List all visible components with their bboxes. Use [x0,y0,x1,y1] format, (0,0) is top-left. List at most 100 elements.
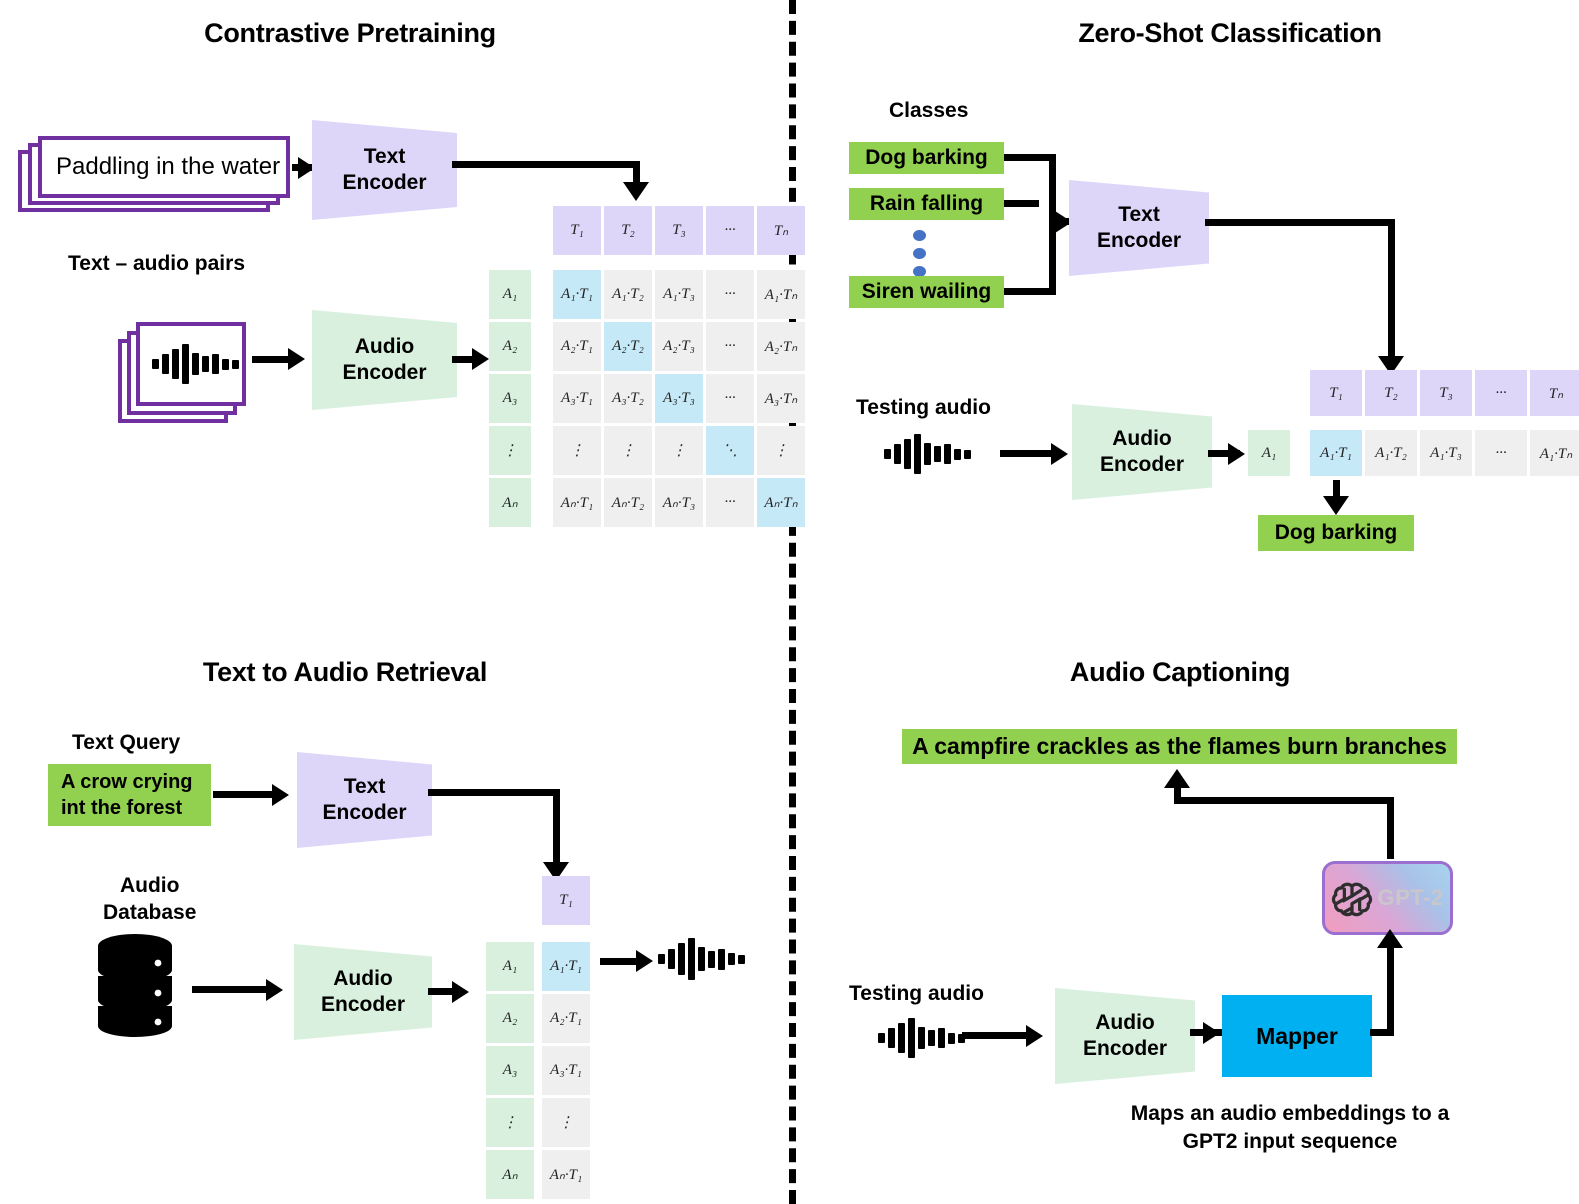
zs-cell: ··· [1475,430,1527,476]
zs-cell: A₁·T₃ [1420,430,1472,476]
db-to-encoder-line [192,986,272,993]
audio-waveform-icon-captioning [878,1018,965,1058]
text-query-label: Text Query [72,731,181,754]
pairs-label: Text – audio pairs [68,252,245,275]
zs-text-encoder-down-line [1388,219,1395,361]
audio-encoder-zeroshot: Audio Encoder [1072,404,1212,500]
zs-row-header: A₁ [1248,430,1290,476]
zs-col-header: T₁ [1310,370,1362,416]
text-encoder-retrieval: Text Encoder [297,752,432,848]
matrix-cell: ··· [706,270,754,319]
matrix-row-header: A₁ [489,270,531,319]
database-cylinder-icon [98,934,172,1037]
matrix-cell-diagonal: ⋱ [706,426,754,475]
mapper-note-line2: GPT2 input sequence [1182,1130,1398,1154]
audio-encoder-contrastive: Audio Encoder [312,310,457,410]
audio-encoder-rt-line2: Encoder [320,993,406,1016]
zs-col-header: ··· [1475,370,1527,416]
panel-title-contrastive: Contrastive Pretraining [204,18,496,48]
matrix-col-header: ··· [706,206,754,255]
matrix-col-header: T₃ [655,206,703,255]
audio-encoder-line2: Encoder [342,361,427,384]
audio-waveform-icon-result [658,938,745,980]
text-encoder-zs-line2: Encoder [1096,229,1182,252]
matrix-cell: A₁·T₃ [655,270,703,319]
testing-audio-label-zeroshot: Testing audio [856,396,991,419]
zs-cell: A₁·Tₙ [1530,430,1579,476]
text-sample-card: Paddling in the water [38,136,290,198]
matrix-cell: ··· [706,322,754,371]
matrix-cell: ··· [706,374,754,423]
zs-col-header: T₂ [1365,370,1417,416]
mapper-up-line [1387,948,1394,1032]
rt-result-head [636,950,653,972]
cap-audio-to-encoder-line [962,1032,1034,1039]
text-query-line1: A crow crying [61,771,193,793]
arrow-audio-to-encoder-head [288,348,305,370]
text-query-chip[interactable]: A crow crying int the forest [48,764,211,826]
matrix-cell: ⋮ [757,426,805,475]
zeroshot-similarity-vector: T₁ T₂ T₃ ··· Tₙ A₁ A₁·T₁ A₁·T₂ A₁·T₃ ··· A₁·Tₙ [1248,370,1579,480]
text-encoder-rt-line2: Encoder [322,801,407,824]
zs-cell: A₁·T₂ [1365,430,1417,476]
matrix-cell-diagonal: Aₙ·Tₙ [757,478,805,527]
class-chip-0[interactable]: Dog barking [849,142,1004,174]
class-chip-1[interactable]: Rain falling [849,188,1004,220]
audio-encoder-zs-line1: Audio [1112,426,1172,450]
matrix-col-header: T₁ [553,206,601,255]
rt-cell-best: A₁·T₁ [542,942,590,991]
audio-waveform-icon-zeroshot [884,434,971,474]
zs-text-encoder-out-line [1205,219,1395,226]
zs-col-header: T₃ [1420,370,1472,416]
zs-audio-to-encoder-line [1000,450,1058,457]
text-encoder-zs-line1: Text [1118,202,1160,226]
text-encoder-zeroshot: Text Encoder [1069,180,1209,276]
text-encoder-arrow-head [623,182,649,201]
matrix-row-header: Aₙ [489,478,531,527]
audio-encoder-line1: Audio [354,334,415,358]
rt-cell: ⋮ [542,1098,590,1147]
panel-title-captioning: Audio Captioning [1069,657,1291,687]
panel-title-retrieval: Text to Audio Retrieval [202,657,488,687]
audio-database-label: Audio Database [103,872,196,927]
audio-db-line2: Database [103,901,197,925]
class-chip-2[interactable]: Siren wailing [849,276,1004,308]
matrix-col-header: T₂ [604,206,652,255]
cap-audio-to-encoder-head [1026,1025,1043,1047]
mapper-arrow-head [1377,929,1403,948]
rt-col-header: T₁ [542,876,590,925]
panel-divider [789,0,796,1204]
zs-cell-best: A₁·T₁ [1310,430,1362,476]
testing-audio-label-captioning: Testing audio [849,982,984,1005]
matrix-col-header: Tₙ [757,206,805,255]
matrix-cell: Aₙ·T₃ [655,478,703,527]
matrix-cell: ⋮ [655,426,703,475]
audio-encoder-rt-line1: Audio [333,966,393,990]
cap-encoder-to-mapper-head [1203,1022,1220,1044]
matrix-cell: A₁·Tₙ [757,270,805,319]
rt-row-header: ⋮ [486,1098,534,1147]
rt-text-encoder-down-line [553,789,560,866]
rt-row-header: A₂ [486,994,534,1043]
rt-encoder-to-vector-head [452,981,469,1003]
audio-encoder-retrieval: Audio Encoder [294,944,432,1040]
matrix-cell: ··· [706,478,754,527]
arrow-encoder-to-matrix-head [472,348,489,370]
audio-encoder-cap-line2: Encoder [1082,1037,1168,1060]
matrix-row-header: A₃ [489,374,531,423]
class-1-line [1004,200,1039,207]
matrix-row-header: A₂ [489,322,531,371]
retrieval-similarity-column: T₁ A₁ A₂ A₃ ⋮ Aₙ A₁·T₁ A₂·T₁ A₃·T₁ ⋮ Aₙ·T₁ [486,876,596,1199]
classes-label: Classes [889,99,969,122]
matrix-cell: ⋮ [553,426,601,475]
text-encoder-line2: Encoder [342,171,427,194]
matrix-cell: Aₙ·T₁ [553,478,601,527]
rt-row-header: A₁ [486,942,534,991]
mapper-note: Maps an audio embeddings to a GPT2 input… [1050,1100,1530,1157]
rt-row-header: A₃ [486,1046,534,1095]
text-sample-label: Paddling in the water [56,153,281,180]
text-encoder-out-line [452,161,640,168]
mapper-note-line1: Maps an audio embeddings to a [1130,1102,1450,1125]
matrix-cell: A₃·T₁ [553,374,601,423]
mapper-block: Mapper [1222,995,1372,1077]
